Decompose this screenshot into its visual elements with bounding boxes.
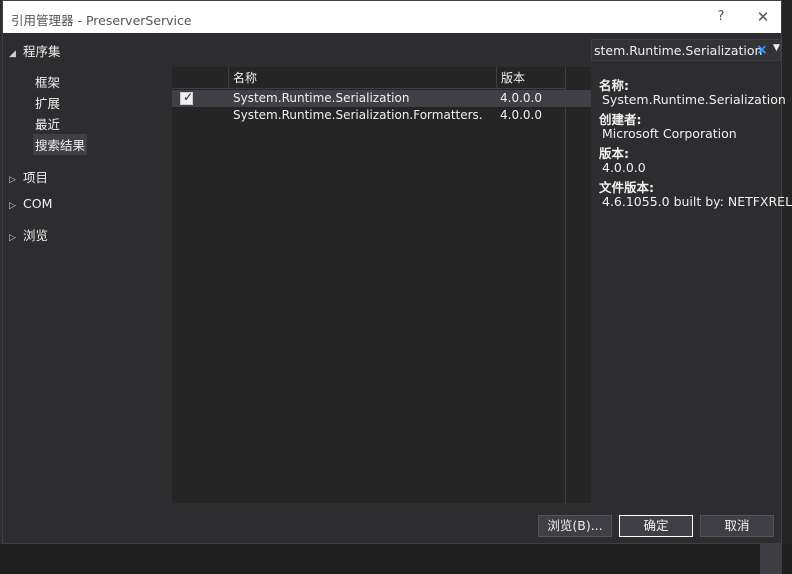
column-header-name[interactable]: 名称 (228, 67, 496, 89)
detail-value-name: System.Runtime.Serialization (602, 92, 786, 107)
nav-item-search-results[interactable]: 搜索结果 (33, 134, 88, 155)
detail-value-version: 4.0.0.0 (602, 160, 646, 175)
title-bar: 引用管理器 - PreserverService ? ✕ (3, 1, 781, 33)
nav-group-label: COM (23, 196, 53, 211)
nav-group-label: 程序集 (23, 44, 61, 59)
collapsed-triangle-icon: ▷ (9, 201, 16, 211)
expanded-triangle-icon: ◢ (9, 49, 16, 59)
check-icon: ✓ (183, 90, 194, 104)
browse-button[interactable]: 浏览(B)... (538, 515, 612, 537)
cancel-button[interactable]: 取消 (700, 515, 774, 537)
details-panel: 名称: System.Runtime.Serialization 创建者: Mi… (591, 67, 792, 503)
chevron-down-icon[interactable]: ▼ (773, 43, 780, 53)
nav-group-projects[interactable]: ▷ 项目 (9, 167, 48, 186)
ide-background-right (782, 0, 792, 574)
table-row[interactable]: ✓ System.Runtime.Serialization 4.0.0.0 (172, 90, 591, 107)
nav-group-assemblies[interactable]: ◢ 程序集 (9, 41, 61, 60)
column-header-version[interactable]: 版本 (496, 67, 565, 89)
close-button[interactable]: ✕ (753, 7, 773, 27)
row-checkbox[interactable]: ✓ (180, 90, 194, 105)
row-name: System.Runtime.Serialization (233, 91, 410, 105)
close-icon[interactable]: × (756, 42, 768, 58)
search-value: stem.Runtime.Serialization (594, 43, 763, 58)
ide-scrollbar[interactable] (760, 544, 782, 574)
table-row[interactable]: System.Runtime.Serialization.Formatters.… (172, 107, 591, 124)
nav-item-recent[interactable]: 最近 (33, 113, 62, 134)
row-version: 4.0.0.0 (500, 91, 542, 105)
collapsed-triangle-icon: ▷ (9, 233, 16, 243)
row-name: System.Runtime.Serialization.Formatters.… (233, 108, 483, 122)
row-version: 4.0.0.0 (500, 108, 542, 122)
search-input[interactable]: stem.Runtime.Serialization × ▼ (591, 39, 781, 61)
collapsed-triangle-icon: ▷ (9, 175, 16, 185)
list-header: 名称 版本 (172, 67, 591, 89)
nav-item-extensions[interactable]: 扩展 (33, 92, 62, 113)
nav-group-label: 浏览 (23, 228, 49, 243)
help-button[interactable]: ? (711, 7, 731, 27)
detail-value-file-version: 4.6.1055.0 built by: NETFXREL2 (602, 194, 792, 209)
nav-item-framework[interactable]: 框架 (33, 71, 62, 92)
assembly-list: 名称 版本 ✓ System.Runtime.Serialization 4.0… (172, 67, 591, 503)
ide-background-bottom (0, 544, 792, 574)
reference-manager-dialog: 引用管理器 - PreserverService ? ✕ ◢ 程序集 框架 扩展 … (2, 0, 792, 544)
list-filler-column (565, 67, 591, 503)
ok-button[interactable]: 确定 (619, 515, 693, 537)
nav-group-com[interactable]: ▷ COM (9, 196, 52, 211)
nav-group-label: 项目 (23, 170, 49, 185)
left-navigation: ◢ 程序集 框架 扩展 最近 搜索结果 ▷ 项目 ▷ COM ▷ 浏览 (3, 33, 171, 503)
detail-value-author: Microsoft Corporation (602, 126, 737, 141)
nav-group-browse[interactable]: ▷ 浏览 (9, 225, 48, 244)
dialog-footer: 浏览(B)... 确定 取消 (3, 503, 781, 543)
window-title: 引用管理器 - PreserverService (11, 13, 192, 28)
